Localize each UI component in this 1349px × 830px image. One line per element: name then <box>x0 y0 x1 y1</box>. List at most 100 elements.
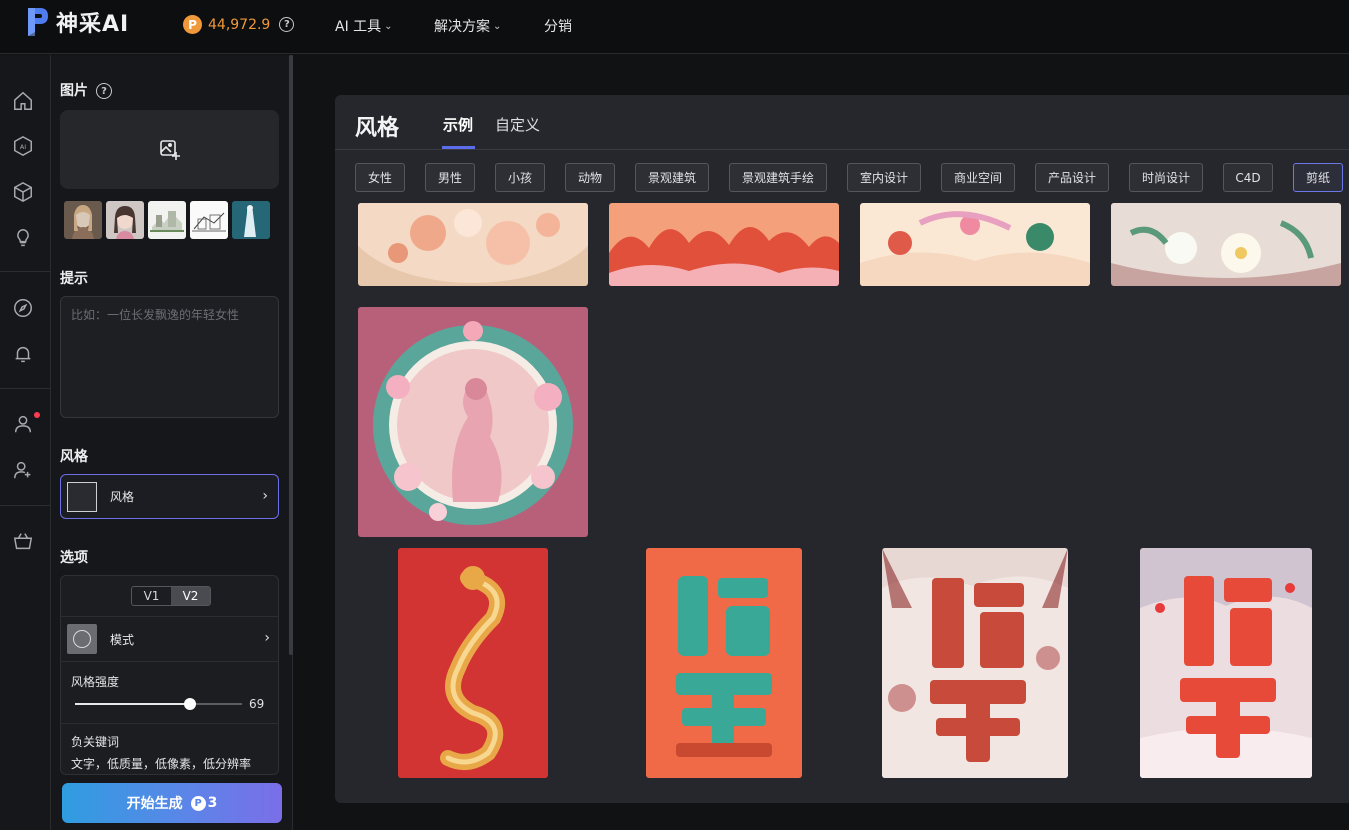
prompt-input[interactable] <box>61 297 278 417</box>
style-strength-slider[interactable] <box>75 698 242 710</box>
tab-examples[interactable]: 示例 <box>443 114 473 135</box>
nav-solutions[interactable]: 解决方案 ⌄ <box>434 16 501 36</box>
top-bar: 神采AI P 44,972.9 ? AI 工具 ⌄ 解决方案 ⌄ 分销 <box>0 0 1349 54</box>
style-gallery <box>335 203 1349 803</box>
category-chip-product[interactable]: 产品设计 <box>1035 163 1109 192</box>
logo-icon <box>26 6 50 38</box>
category-chip-interior[interactable]: 室内设计 <box>847 163 921 192</box>
category-chip-female[interactable]: 女性 <box>355 163 405 192</box>
credits-value: 44,972.9 <box>208 16 271 33</box>
sample-image[interactable] <box>148 201 186 239</box>
brand-name: 神采AI <box>56 12 130 37</box>
chevron-right-icon: › <box>264 630 270 646</box>
style-modal: 风格 示例 自定义 女性 男性 小孩 动物 景观建筑 景观建筑手绘 室内设计 商… <box>335 95 1349 803</box>
version-v2-button[interactable]: V2 <box>171 587 210 605</box>
options-section-title: 选项 <box>60 550 88 566</box>
gallery-image[interactable] <box>1111 203 1341 286</box>
ai-icon[interactable]: AI <box>12 135 34 157</box>
category-chip-landscape-sketch[interactable]: 景观建筑手绘 <box>729 163 827 192</box>
version-v1-button[interactable]: V1 <box>132 587 171 605</box>
chevron-right-icon: › <box>262 488 268 504</box>
model-label: 模式 <box>110 632 135 647</box>
negative-keywords-value[interactable]: 文字，低质量，低像素，低分辨率 <box>71 755 251 772</box>
help-icon[interactable]: ? <box>279 17 295 32</box>
gallery-image[interactable] <box>882 548 1068 778</box>
user-icon[interactable] <box>12 413 34 435</box>
nav-ai-tools-label: AI 工具 <box>335 19 382 35</box>
sample-image[interactable] <box>64 201 102 239</box>
version-toggle: V1 V2 <box>131 586 211 606</box>
rail-divider <box>0 505 50 506</box>
sample-image[interactable] <box>106 201 144 239</box>
gallery-image[interactable] <box>358 203 588 286</box>
gallery-image[interactable] <box>358 307 588 537</box>
gallery-image[interactable] <box>860 203 1090 286</box>
notification-dot <box>34 412 40 418</box>
slider-handle[interactable] <box>184 698 197 710</box>
nav-solutions-label: 解决方案 <box>434 19 490 35</box>
category-chip-c4d[interactable]: C4D <box>1223 163 1273 192</box>
icon-rail: AI <box>0 55 51 830</box>
chevron-down-icon: ⌄ <box>384 20 393 32</box>
svg-text:AI: AI <box>20 143 26 151</box>
modal-header: 风格 示例 自定义 <box>335 95 1349 150</box>
generate-button[interactable]: 开始生成 P 3 <box>62 783 282 823</box>
lightbulb-icon[interactable] <box>12 227 34 249</box>
style-selector[interactable]: 风格 › <box>60 474 279 519</box>
chevron-down-icon: ⌄ <box>493 20 502 32</box>
compass-icon[interactable] <box>12 297 34 319</box>
panel-scrollbar[interactable] <box>289 55 293 655</box>
category-chip-papercut[interactable]: 剪纸 <box>1293 163 1343 192</box>
prompt-field <box>60 296 279 418</box>
options-divider <box>61 723 278 724</box>
category-chip-child[interactable]: 小孩 <box>495 163 545 192</box>
style-strength-label: 风格强度 <box>71 675 120 689</box>
sample-image[interactable] <box>232 201 270 239</box>
style-section-title: 风格 <box>60 449 88 465</box>
settings-panel: 图片? 提示 风格 风格 › 选项 V1 V2 <box>51 55 293 830</box>
basket-icon[interactable] <box>12 530 34 552</box>
coin-icon: P <box>190 795 206 811</box>
cube-icon[interactable] <box>12 181 34 203</box>
category-chip-landscape-architecture[interactable]: 景观建筑 <box>635 163 709 192</box>
gallery-image[interactable] <box>398 548 548 778</box>
rail-divider <box>0 271 50 272</box>
gallery-image[interactable] <box>646 548 802 778</box>
style-selected-label: 风格 <box>110 490 135 504</box>
generate-label: 开始生成 <box>126 796 183 812</box>
model-selector[interactable]: 模式 › <box>61 617 278 661</box>
bell-icon[interactable] <box>12 343 34 365</box>
gallery-image[interactable] <box>609 203 839 286</box>
category-chip-fashion[interactable]: 时尚设计 <box>1129 163 1203 192</box>
category-chip-animal[interactable]: 动物 <box>565 163 615 192</box>
user-add-icon[interactable] <box>12 459 34 481</box>
modal-title: 风格 <box>355 116 400 141</box>
image-section-title: 图片? <box>60 80 112 100</box>
style-thumbnail <box>67 481 97 512</box>
image-section-label: 图片 <box>60 83 88 99</box>
prompt-section-title: 提示 <box>60 271 88 287</box>
gallery-image[interactable] <box>1140 548 1312 778</box>
nav-distribution[interactable]: 分销 <box>544 16 572 36</box>
category-chip-commercial[interactable]: 商业空间 <box>941 163 1015 192</box>
model-icon <box>67 624 97 654</box>
sample-image-strip <box>64 201 270 239</box>
brand-logo[interactable]: 神采AI <box>26 6 129 38</box>
credits-display: P 44,972.9 ? <box>183 15 295 34</box>
image-upload-button[interactable] <box>60 110 279 189</box>
style-strength-value: 69 <box>249 697 265 711</box>
generate-cost: 3 <box>207 795 218 811</box>
sample-image[interactable] <box>190 201 228 239</box>
active-tab-indicator <box>442 146 475 149</box>
image-add-icon <box>159 139 180 160</box>
home-icon[interactable] <box>12 90 34 112</box>
tab-custom[interactable]: 自定义 <box>495 114 540 135</box>
negative-keywords-label: 负关键词 <box>71 735 120 749</box>
coin-icon: P <box>183 15 202 34</box>
nav-distribution-label: 分销 <box>544 19 572 35</box>
help-icon[interactable]: ? <box>96 83 112 99</box>
rail-divider <box>0 388 50 389</box>
nav-ai-tools[interactable]: AI 工具 ⌄ <box>335 16 393 36</box>
options-divider <box>61 661 278 662</box>
category-chip-male[interactable]: 男性 <box>425 163 475 192</box>
